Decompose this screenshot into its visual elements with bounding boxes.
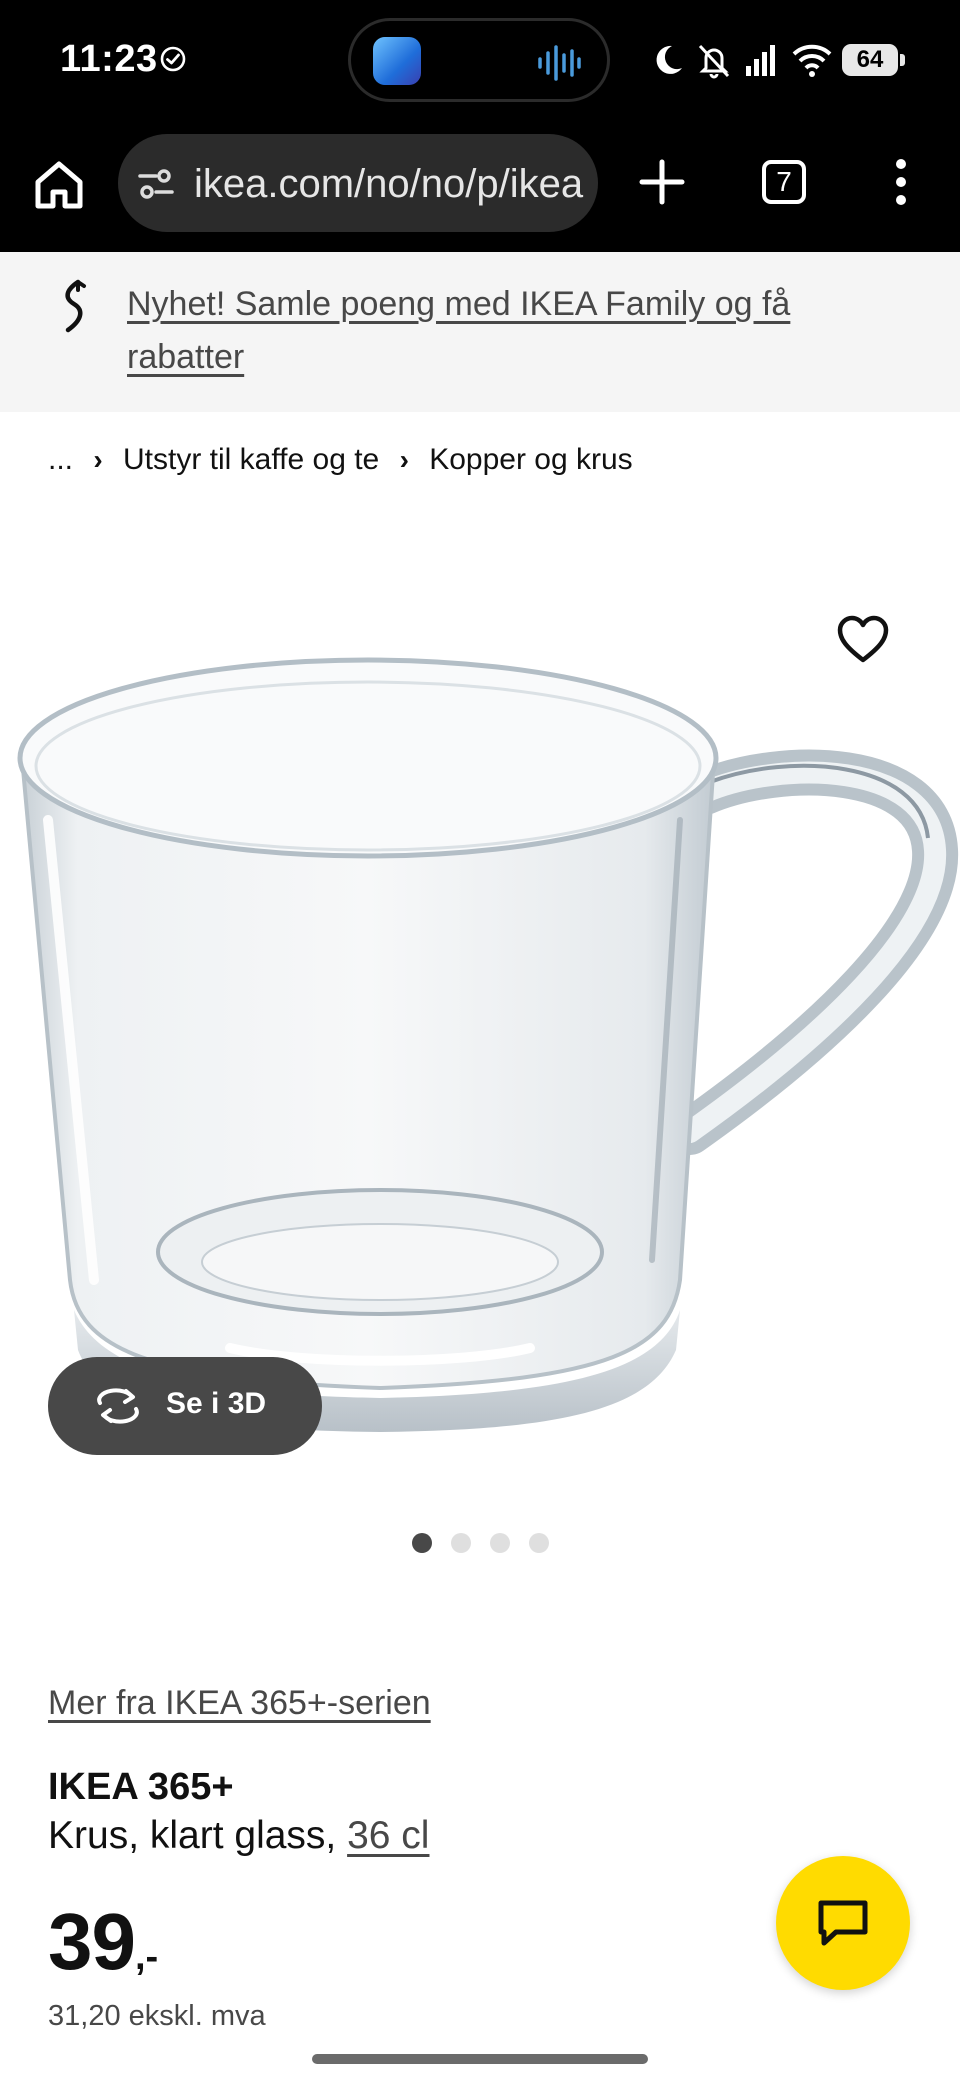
status-time: 11:23	[60, 38, 158, 80]
view-3d-button[interactable]: Se i 3D	[48, 1357, 322, 1455]
rotate-3d-icon	[97, 1388, 139, 1424]
chat-icon	[818, 1900, 868, 1946]
home-icon[interactable]	[30, 156, 88, 214]
audio-wave-icon	[538, 45, 581, 81]
moon-icon	[656, 45, 682, 74]
carousel-dots	[412, 1533, 549, 1553]
carousel-dot[interactable]	[412, 1533, 432, 1553]
bell-off-icon	[698, 44, 730, 79]
tune-icon[interactable]	[136, 164, 176, 204]
more-vert-icon[interactable]	[884, 156, 918, 208]
address-bar[interactable]: ikea.com/no/no/p/ikea	[118, 134, 598, 232]
check-circle-icon	[160, 46, 186, 72]
battery-indicator: 64	[842, 44, 905, 76]
series-link[interactable]: Mer fra IKEA 365+-serien	[48, 1684, 431, 1723]
view-3d-label: Se i 3D	[166, 1387, 267, 1420]
home-indicator[interactable]	[312, 2054, 648, 2064]
product-price: 39,-	[48, 1896, 158, 1988]
url-text: ikea.com/no/no/p/ikea	[194, 162, 584, 206]
breadcrumb-ellipsis[interactable]: ...	[48, 443, 73, 477]
signal-icon	[746, 45, 775, 76]
assistant-app-icon	[373, 37, 421, 85]
wifi-icon	[792, 44, 832, 77]
product-description: Krus, klart glass, 36 cl	[48, 1814, 429, 1858]
tab-switcher-button[interactable]: 7	[762, 160, 806, 204]
ikea-family-icon	[65, 279, 86, 333]
heart-icon[interactable]	[836, 614, 890, 668]
chevron-right-icon: ›	[93, 444, 103, 475]
promo-banner: Nyhet! Samle poeng med IKEA Family og få…	[0, 252, 960, 412]
chevron-right-icon: ›	[399, 444, 409, 475]
breadcrumb: ... › Utstyr til kaffe og te › Kopper og…	[48, 443, 633, 477]
carousel-dot[interactable]	[529, 1533, 549, 1553]
price-decimal: ,-	[134, 1936, 159, 1978]
breadcrumb-item-coffee-tea[interactable]: Utstyr til kaffe og te	[123, 443, 379, 477]
price-main: 39	[48, 1897, 136, 1986]
chat-button[interactable]	[776, 1856, 910, 1990]
status-bar: 11:23 64	[0, 0, 960, 120]
ikea-family-link[interactable]: Nyhet! Samle poeng med IKEA Family og få…	[127, 278, 847, 384]
breadcrumb-item-cups-mugs[interactable]: Kopper og krus	[429, 443, 632, 477]
browser-toolbar: ikea.com/no/no/p/ikea 7	[0, 120, 960, 252]
carousel-dot[interactable]	[490, 1533, 510, 1553]
status-icons: 64	[650, 38, 905, 82]
product-size-link[interactable]: 36 cl	[347, 1814, 429, 1857]
plus-icon[interactable]	[636, 156, 688, 208]
carousel-dot[interactable]	[451, 1533, 471, 1553]
price-ex-vat: 31,20 ekskl. mva	[48, 2000, 266, 2032]
product-name: IKEA 365+	[48, 1766, 234, 1808]
dynamic-island	[348, 18, 610, 102]
product-image[interactable]	[0, 520, 960, 1470]
product-description-text: Krus, klart glass,	[48, 1814, 348, 1857]
